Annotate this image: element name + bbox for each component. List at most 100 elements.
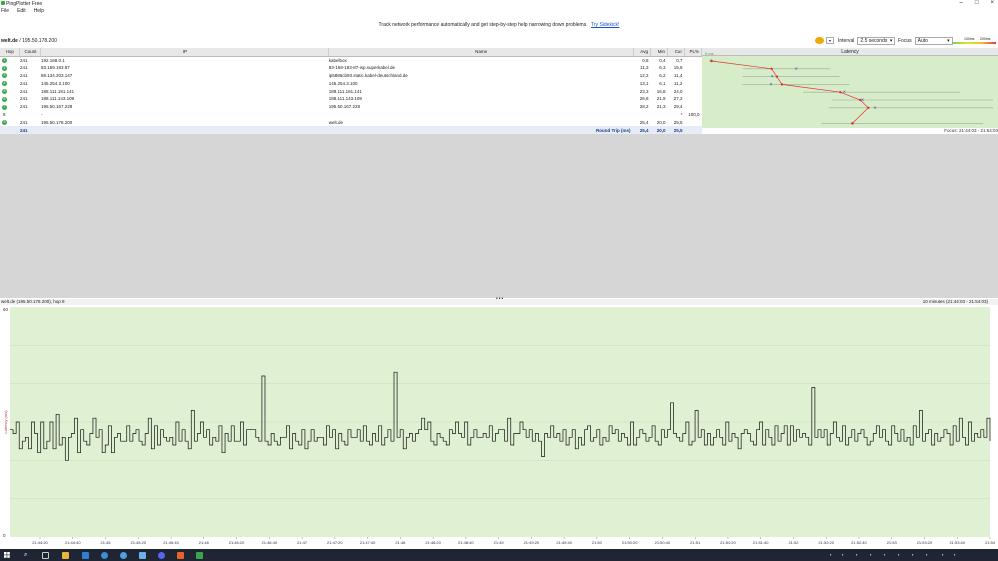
latency-avg-point [710, 59, 713, 63]
cur-cell: 0,7 [676, 57, 683, 63]
timeline-graph[interactable]: 60 0 Latency (ms) 21:44:20 21:44:40 21:45 21:4… [0, 305, 998, 549]
tray-icon[interactable]: ▪ [870, 552, 871, 557]
tray-icon[interactable]: ▪ [912, 552, 913, 557]
avg-cell: 28,2 [639, 104, 649, 110]
hop-status-icon: 5 [2, 89, 7, 95]
ip-cell: 145.254.3.100 [40, 80, 70, 86]
tray-icon[interactable]: ▪ [856, 552, 857, 557]
tray-icon[interactable]: ▪ [942, 552, 943, 557]
pingplotter-taskbar-icon[interactable] [196, 552, 203, 559]
count-cell: 241 [19, 88, 28, 94]
latency-zero-label: 0 ms [705, 51, 714, 56]
cur-cell: 27,2 [673, 96, 683, 102]
app-icon[interactable] [139, 552, 146, 559]
close-button[interactable]: × [990, 0, 994, 6]
hop-status-icon: 7 [2, 104, 7, 110]
summary-cur: 25,5 [667, 126, 685, 134]
app-icon[interactable] [82, 552, 89, 559]
min-cell: 6,1 [659, 80, 666, 86]
pl-cell [684, 64, 701, 72]
x-tick-label: 21:50:40 [655, 540, 671, 545]
maximize-button[interactable]: □ [975, 0, 979, 6]
col-pl[interactable]: PL% [684, 48, 703, 57]
chevron-down-icon: ▾ [889, 37, 893, 44]
x-tick-label: 21:50 [592, 540, 603, 545]
tray-icon[interactable]: ▪ [884, 552, 885, 557]
avg-cell: 0,8 [642, 57, 649, 63]
discord-icon[interactable] [158, 552, 165, 559]
menu-edit[interactable]: Edit [17, 8, 26, 14]
latency-current-mark: × [770, 82, 773, 88]
table-row[interactable]: 5 241 188.111.181.141 188.111.181.141 23,3 16… [0, 87, 702, 95]
ip-cell: 188.111.181.141 [40, 88, 75, 94]
x-tick-label: 21:48:20 [425, 540, 441, 545]
x-tick-label: 21:45 [101, 540, 112, 545]
taskbar: ⌕ ▪ ▪ ▪ ▪ ▪ ▪ ▪ ▪ ▪ ▪ [0, 549, 998, 561]
x-tick-label: 21:51:40 [753, 540, 769, 545]
table-row[interactable]: 3 241 88.134.203.147 ip5886cb93.static.kabe… [0, 72, 702, 80]
ip-cell: 195.50.178.200 [40, 119, 73, 125]
pause-dropdown-button[interactable]: ▾ [826, 37, 834, 44]
name-cell: 188.111.181.141 [328, 88, 362, 94]
latency-current-mark: × [843, 90, 846, 96]
tray-icon[interactable]: ▪ [926, 552, 927, 557]
col-cur[interactable]: Cur [667, 48, 685, 57]
latency-column: ×××××××× [702, 56, 998, 128]
interval-control: Interval 2.5 seconds ▾ [838, 36, 896, 45]
col-count[interactable]: Count [19, 48, 42, 57]
avg-cell: 12,2 [639, 72, 649, 78]
table-row[interactable]: 1 241 192.168.0.1 kabelbox 0,8 0,4 0,7 [0, 56, 702, 64]
tray-icon[interactable]: ▪ [954, 552, 955, 557]
table-row[interactable]: 6 241 188.111.143.109 188.111.143.109 26,8 21… [0, 95, 702, 103]
table-row[interactable]: 8 - * 100,0 [0, 111, 702, 119]
menu-help[interactable]: Help [34, 8, 44, 14]
hop-cell: 3 [0, 72, 20, 80]
pl-cell [684, 79, 701, 87]
sidekick-link[interactable]: Try Sidekick! [591, 22, 619, 28]
ip-cell: - [40, 111, 43, 117]
interval-select[interactable]: 2.5 seconds ▾ [857, 36, 896, 45]
table-row[interactable]: 7 241 195.50.167.228 195.50.167.228 28,2 21,3… [0, 103, 702, 111]
count-cell: 241 [19, 72, 28, 78]
table-row[interactable]: 9 241 195.50.178.200 welt.de 25,4 20,0 25,5 [0, 118, 702, 126]
avg-cell: 25,4 [639, 119, 649, 125]
tray-icon[interactable]: ▪ [898, 552, 899, 557]
title-bar: PingPlotter Free – □ × [0, 0, 998, 7]
app-icon[interactable] [177, 552, 184, 559]
menu-bar: File Edit Help [0, 7, 998, 15]
focus-select[interactable]: Auto ▾ [914, 36, 953, 45]
col-min[interactable]: Min [650, 48, 668, 57]
chevron-down-icon: ▾ [947, 37, 950, 44]
col-hop[interactable]: Hop [0, 48, 21, 57]
tray-icon[interactable]: ▪ [830, 552, 831, 557]
windows-start-icon[interactable] [4, 552, 10, 558]
search-icon[interactable]: ⌕ [24, 552, 31, 559]
x-tick-label: 21:48:40 [458, 540, 474, 545]
minimize-button[interactable]: – [960, 0, 963, 6]
col-avg[interactable]: Avg [633, 48, 651, 57]
table-row[interactable]: 4 241 145.254.3.100 145.254.3.100 13,1 6,1 11,… [0, 79, 702, 87]
col-name[interactable]: Name [328, 48, 634, 57]
hop-cell: 7 [0, 103, 20, 111]
min-cell: 6,2 [659, 72, 666, 78]
pl-cell [684, 103, 701, 111]
menu-file[interactable]: File [1, 8, 9, 14]
count-cell: 241 [19, 65, 28, 71]
count-cell [20, 111, 41, 119]
hop-cell: 2 [0, 64, 20, 72]
name-cell: ip5886cb93.static.kabel-deutschland.de [328, 72, 408, 78]
pause-icon[interactable] [815, 37, 824, 44]
col-ip[interactable]: IP [40, 48, 330, 57]
timeline-range[interactable]: 10 minutes (21:44:03 - 21:54:03) [923, 299, 988, 304]
count-cell: 241 [19, 57, 28, 63]
trace-table: Hop Count IP Name Avg Min Cur PL% 1 241 19… [0, 48, 998, 134]
app-icon[interactable] [120, 552, 127, 559]
task-view-icon[interactable] [42, 552, 49, 559]
tray-icon[interactable]: ▪ [842, 552, 843, 557]
x-tick-label: 21:53:40 [949, 540, 965, 545]
file-explorer-icon[interactable] [62, 552, 69, 559]
window-title: PingPlotter Free [6, 0, 43, 7]
hop-cell: 6 [0, 95, 20, 103]
edge-browser-icon[interactable] [101, 552, 108, 559]
table-row[interactable]: 2 241 83.169.183.87 83-169-183-87-isp.super… [0, 64, 702, 72]
